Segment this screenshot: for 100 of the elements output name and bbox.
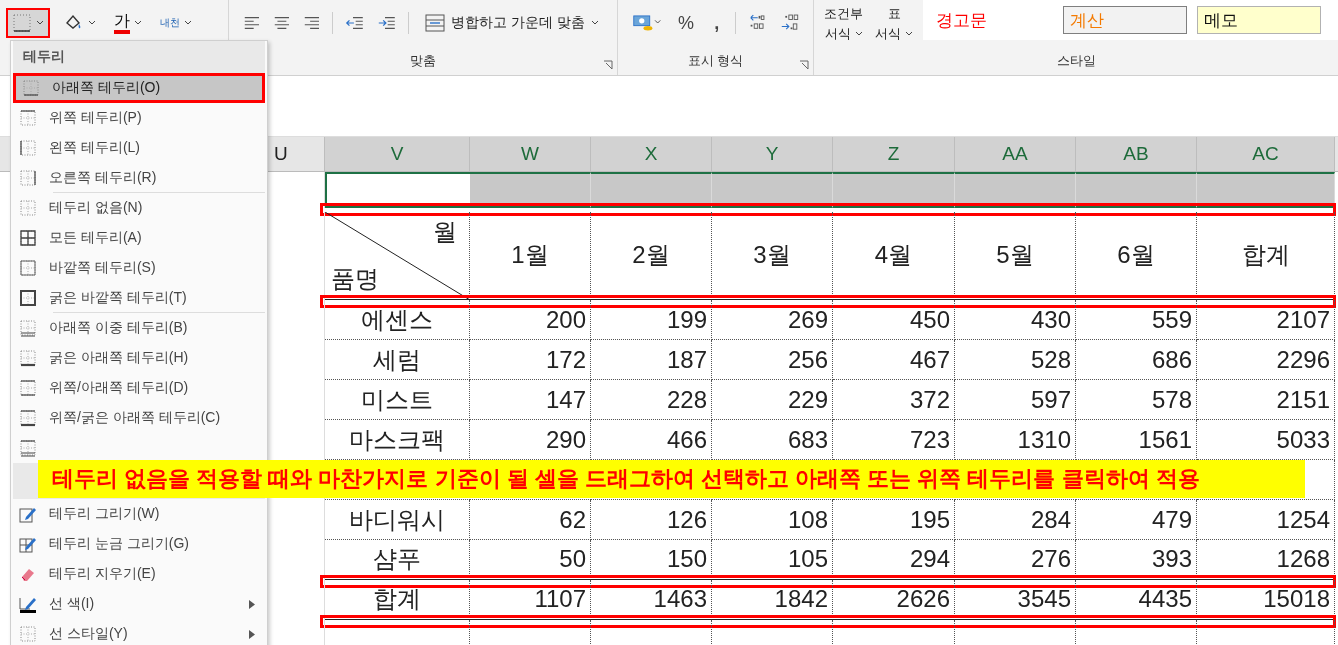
table-cell: 723 bbox=[909, 425, 950, 454]
column-header[interactable]: X bbox=[644, 143, 658, 165]
group-label: 스타일 bbox=[1056, 51, 1096, 70]
table-cell: 1561 bbox=[1138, 425, 1192, 454]
menu-item[interactable]: 아래쪽 테두리(O) bbox=[13, 73, 265, 103]
menu-item[interactable]: 위쪽 테두리(P) bbox=[13, 103, 265, 133]
menu-item[interactable]: 모든 테두리(A) bbox=[13, 223, 265, 253]
table-cell: 1268 bbox=[1276, 544, 1330, 573]
table-cell: 290 bbox=[545, 425, 586, 454]
menu-item[interactable]: 굵은 바깥쪽 테두리(T) bbox=[13, 283, 265, 313]
phonetic-guide-button[interactable]: 내천 bbox=[154, 8, 198, 38]
menu-item[interactable]: 테두리 지우기(E) bbox=[13, 559, 265, 589]
menu-item[interactable]: 테두리 없음(N) bbox=[13, 193, 265, 223]
table-cell: 2626 bbox=[896, 584, 950, 613]
table-cell: 105 bbox=[787, 544, 828, 573]
table-cell: 108 bbox=[787, 505, 828, 534]
table-cell: 1254 bbox=[1276, 505, 1330, 534]
table-cell: 393 bbox=[1151, 544, 1192, 573]
table-cell-text: 5월 bbox=[996, 239, 1034, 270]
table-cell: 466 bbox=[666, 425, 707, 454]
comma-button[interactable]: , bbox=[710, 12, 724, 34]
table-cell: 1310 bbox=[1017, 425, 1071, 454]
menu-item[interactable]: 테두리 눈금 그리기(G) bbox=[13, 529, 265, 559]
cell-text: 품명 bbox=[331, 264, 379, 294]
table-cell: 2151 bbox=[1276, 385, 1330, 414]
table-cell: 2296 bbox=[1276, 345, 1330, 374]
menu-item[interactable]: 선 스타일(Y) bbox=[13, 619, 265, 645]
menu-item[interactable]: 오른쪽 테두리(R) bbox=[13, 163, 265, 193]
table-cell: 229 bbox=[787, 385, 828, 414]
format-as-table-button[interactable]: 표 서식 bbox=[873, 0, 915, 48]
table-cell: 150 bbox=[666, 544, 707, 573]
table-cell: 450 bbox=[909, 305, 950, 334]
table-cell: 269 bbox=[787, 305, 828, 334]
menu-item[interactable]: 선 색(I) bbox=[13, 589, 265, 619]
callout-banner: 테두리 없음을 적용할 때와 마찬가지로 기준이 될 셀을 드래그하여 선택하고 아래쪽 또는 위쪽 테두리를 클릭하여 적용 bbox=[38, 460, 1305, 498]
table-cell-text: 2월 bbox=[632, 239, 670, 270]
column-header[interactable]: V bbox=[390, 143, 404, 165]
table-cell-text: 1월 bbox=[511, 239, 549, 270]
menu-item[interactable]: 위쪽/굵은 아래쪽 테두리(C) bbox=[13, 403, 265, 433]
table-cell-text: 합계 bbox=[1241, 239, 1290, 270]
group-label: 맞춤 bbox=[410, 51, 436, 70]
table-cell-text: 4월 bbox=[874, 239, 913, 270]
table-cell: 50 bbox=[559, 544, 586, 573]
table-cell: 276 bbox=[1030, 544, 1071, 573]
table-cell-text: 샴푸 bbox=[373, 543, 421, 574]
table-cell: 199 bbox=[666, 305, 707, 334]
table-cell-text: 미스트 bbox=[361, 384, 433, 415]
table-cell: 62 bbox=[559, 505, 586, 534]
percent-button[interactable]: % bbox=[674, 12, 699, 34]
table-cell-text: 6월 bbox=[1117, 239, 1155, 270]
conditional-format-button[interactable]: 조건부 서식 bbox=[822, 0, 865, 48]
font-color-button[interactable]: 가 bbox=[108, 8, 148, 38]
table-cell: 597 bbox=[1030, 385, 1071, 414]
table-cell: 1463 bbox=[653, 584, 707, 613]
table-cell-text: 에센스 bbox=[361, 304, 433, 335]
table-cell-text: 세럼 bbox=[373, 344, 421, 375]
table-cell: 372 bbox=[909, 385, 950, 414]
menu-section-header: 테두리 bbox=[13, 41, 265, 73]
table-cell: 683 bbox=[787, 425, 828, 454]
table-cell: 256 bbox=[787, 345, 828, 374]
table-cell: 467 bbox=[909, 345, 950, 374]
table-cell-text: 3월 bbox=[753, 239, 791, 270]
table-cell: 4435 bbox=[1138, 584, 1192, 613]
table-cell: 2107 bbox=[1276, 305, 1330, 334]
column-header[interactable]: U bbox=[274, 143, 288, 165]
column-header[interactable]: AC bbox=[1252, 143, 1279, 165]
group-label: 표시 형식 bbox=[687, 51, 744, 70]
menu-item[interactable]: 위쪽/아래쪽 테두리(D) bbox=[13, 373, 265, 403]
column-header[interactable]: W bbox=[521, 143, 539, 165]
table-cell: 147 bbox=[545, 385, 586, 414]
table-cell: 1842 bbox=[774, 584, 828, 613]
menu-item[interactable]: 굵은 아래쪽 테두리(H) bbox=[13, 343, 265, 373]
table-cell: 187 bbox=[666, 345, 707, 374]
menu-item[interactable]: 바깥쪽 테두리(S) bbox=[13, 253, 265, 283]
table-cell: 430 bbox=[1030, 305, 1071, 334]
table-cell: 228 bbox=[666, 385, 707, 414]
cell-style-option[interactable]: 메모 bbox=[1197, 6, 1321, 34]
table-cell: 200 bbox=[545, 305, 586, 334]
cell-text: 월 bbox=[433, 217, 457, 247]
table-cell: 15018 bbox=[1263, 584, 1330, 613]
menu-item[interactable]: 아래쪽 이중 테두리(B) bbox=[13, 313, 265, 343]
table-cell: 578 bbox=[1151, 385, 1192, 414]
table-cell: 126 bbox=[666, 505, 707, 534]
table-cell: 284 bbox=[1030, 505, 1071, 534]
table-cell: 528 bbox=[1030, 345, 1071, 374]
table-cell: 195 bbox=[909, 505, 950, 534]
table-cell: 5033 bbox=[1276, 425, 1330, 454]
menu-item[interactable]: 왼쪽 테두리(L) bbox=[13, 133, 265, 163]
table-cell: 1107 bbox=[534, 584, 586, 613]
table-cell: 294 bbox=[909, 544, 950, 573]
merge-center-button[interactable]: 병합하고 가운데 맞춤 bbox=[421, 12, 604, 34]
column-header[interactable]: AA bbox=[1002, 143, 1028, 165]
column-header[interactable]: AB bbox=[1123, 143, 1149, 165]
table-cell-text: 합계 bbox=[373, 583, 421, 614]
table-cell: 479 bbox=[1151, 505, 1192, 534]
column-header[interactable]: Y bbox=[765, 143, 779, 165]
menu-item[interactable]: 테두리 그리기(W) bbox=[13, 499, 265, 529]
cell-style-option[interactable]: 경고문 bbox=[929, 6, 1053, 34]
column-header[interactable]: Z bbox=[887, 143, 900, 165]
table-cell: 686 bbox=[1151, 345, 1192, 374]
